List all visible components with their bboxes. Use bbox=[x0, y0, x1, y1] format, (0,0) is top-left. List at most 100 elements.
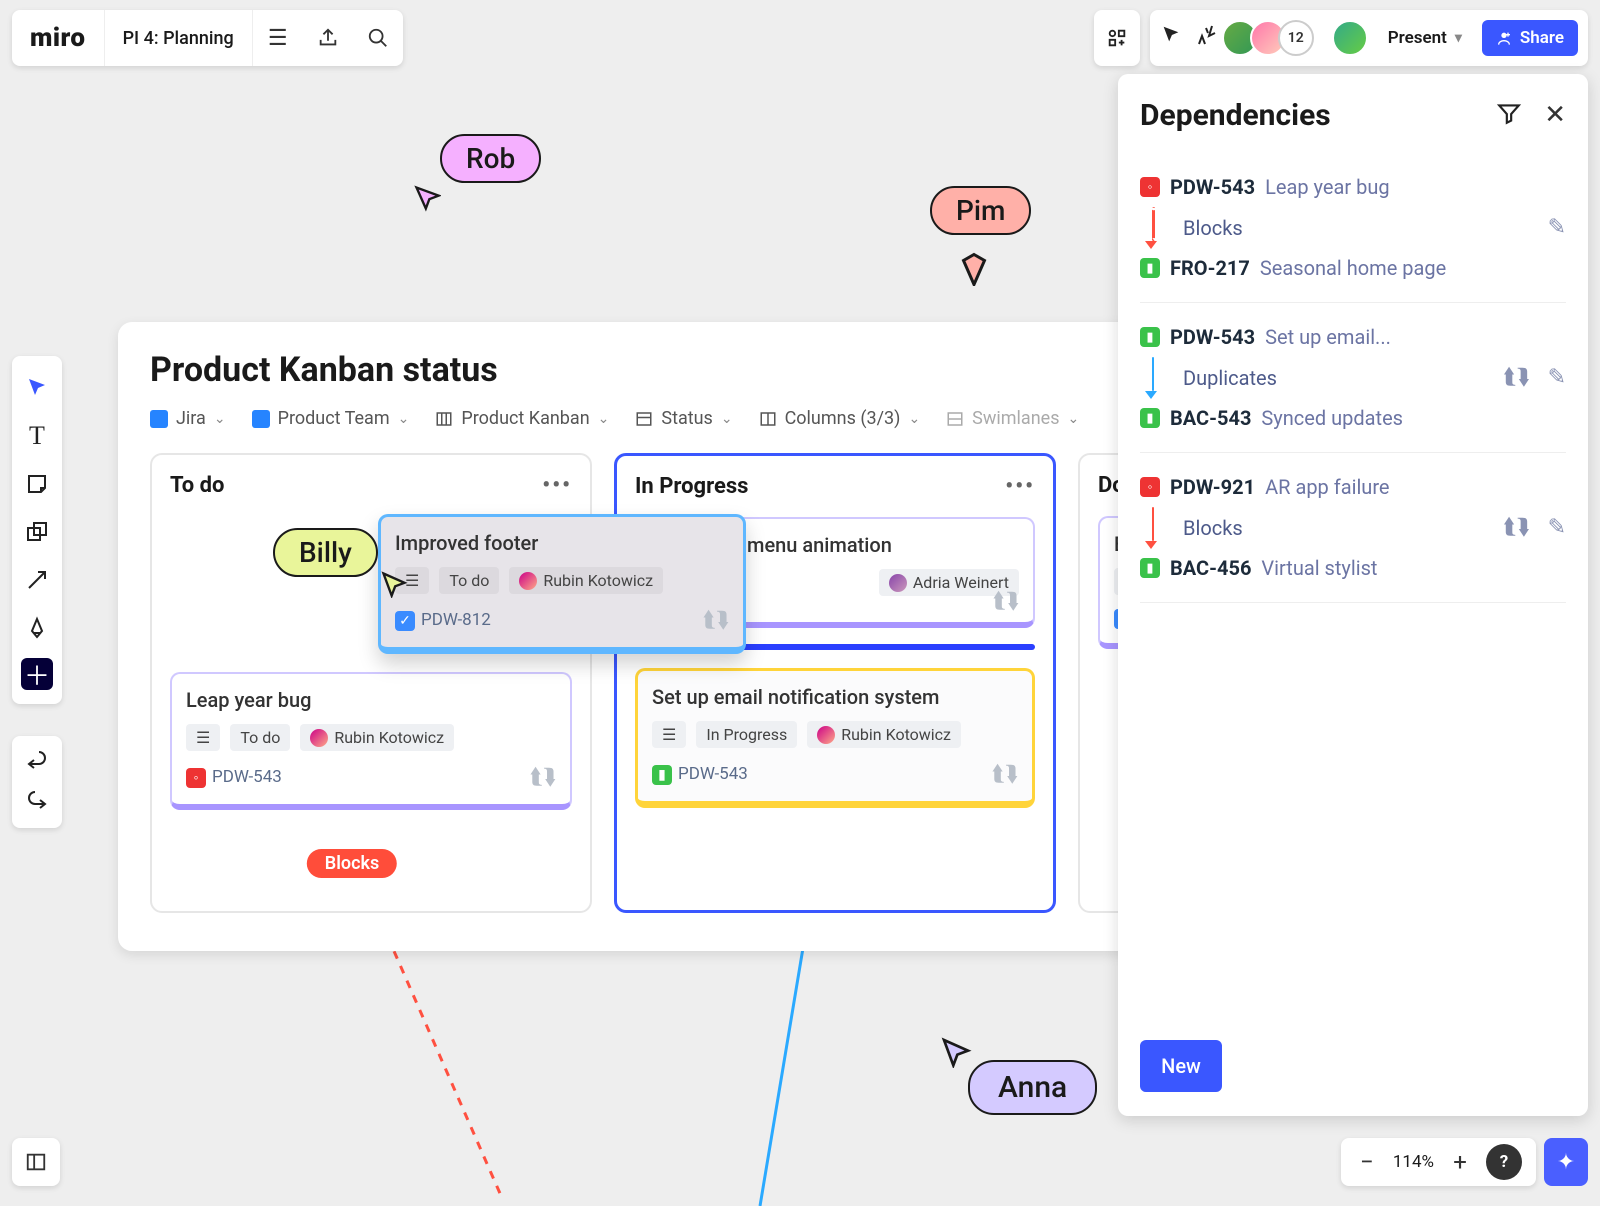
zoom-level[interactable]: 114% bbox=[1393, 1152, 1434, 1172]
export-icon[interactable] bbox=[303, 10, 353, 66]
board-name[interactable]: PI 4: Planning bbox=[105, 10, 253, 66]
top-right-cluster: 12 Present▾ Share bbox=[1094, 10, 1588, 66]
relation-label: Duplicates bbox=[1183, 366, 1277, 390]
issue-type-icon: ◦ bbox=[1140, 177, 1160, 197]
dependency-group[interactable]: ◦PDW-921AR app failure Blocks ⮬⮯✎ ▮BAC-4… bbox=[1140, 453, 1566, 603]
remote-cursor-anna: Anna bbox=[968, 1060, 1097, 1115]
column-menu-icon[interactable]: ••• bbox=[1005, 474, 1035, 499]
search-icon[interactable] bbox=[353, 10, 403, 66]
dependency-line-duplicates bbox=[750, 906, 870, 1206]
card-title: Set up email notification system bbox=[652, 685, 1018, 709]
filter-board[interactable]: Product Kanban⌄ bbox=[435, 408, 609, 429]
select-tool[interactable] bbox=[18, 364, 56, 412]
filter-team[interactable]: Product Team⌄ bbox=[252, 408, 410, 429]
jira-sync-icon[interactable]: ⮬⮯ bbox=[703, 608, 729, 633]
pointer-mode-icon[interactable] bbox=[1160, 24, 1182, 52]
top-bar: miro PI 4: Planning ☰ bbox=[12, 10, 403, 66]
add-tool[interactable]: ＋ bbox=[21, 658, 53, 690]
bottom-right-cluster: − 114% + ? ✦ bbox=[1341, 1138, 1588, 1186]
column-title: In Progress bbox=[635, 474, 748, 499]
filter-jira[interactable]: Jira⌄ bbox=[150, 408, 226, 429]
edit-icon[interactable]: ✎ bbox=[1548, 515, 1566, 540]
issue-type-icon: ▮ bbox=[1140, 258, 1160, 278]
close-icon[interactable]: ✕ bbox=[1544, 100, 1566, 132]
issue-type-icon: ▮ bbox=[1140, 408, 1160, 428]
jira-sync-icon[interactable]: ⮬⮯ bbox=[1503, 515, 1529, 540]
jira-sync-icon[interactable]: ⮬⮯ bbox=[1503, 365, 1529, 390]
remote-cursor-rob: Rob bbox=[440, 134, 541, 183]
panel-title: Dependencies bbox=[1140, 98, 1331, 133]
filter-status[interactable]: Status⌄ bbox=[635, 408, 732, 429]
relation-label: Blocks bbox=[1183, 516, 1243, 540]
reactions-icon[interactable] bbox=[1194, 24, 1218, 52]
description-icon: ☰ bbox=[652, 721, 686, 748]
undo-redo bbox=[12, 736, 62, 828]
issue-summary: Synced updates bbox=[1261, 406, 1403, 430]
apps-button[interactable] bbox=[1094, 10, 1140, 66]
avatar-stack[interactable]: 12 bbox=[1230, 20, 1314, 56]
edit-icon[interactable]: ✎ bbox=[1548, 215, 1566, 240]
collab-cluster: 12 Present▾ Share bbox=[1150, 10, 1588, 66]
card-title: Leap year bug bbox=[186, 688, 556, 712]
present-button[interactable]: Present▾ bbox=[1380, 28, 1470, 48]
undo-button[interactable] bbox=[18, 742, 56, 782]
arrow-tool[interactable] bbox=[18, 556, 56, 604]
filter-columns[interactable]: Columns (3/3)⌄ bbox=[759, 408, 921, 429]
assignee-chip: Rubin Kotowicz bbox=[300, 724, 454, 751]
zoom-in-button[interactable]: + bbox=[1448, 1148, 1472, 1176]
issue-key: BAC-543 bbox=[1170, 406, 1251, 430]
issue-type-icon: ◦ bbox=[1140, 477, 1160, 497]
assignee-chip: Rubin Kotowicz bbox=[509, 567, 663, 594]
share-button[interactable]: Share bbox=[1482, 20, 1578, 56]
cursor-pointer-icon bbox=[940, 1036, 972, 1068]
description-icon: ☰ bbox=[186, 724, 220, 751]
jira-sync-icon[interactable]: ⮬⮯ bbox=[993, 589, 1019, 614]
ai-assist-button[interactable]: ✦ bbox=[1544, 1138, 1588, 1186]
card-title: Improved footer bbox=[395, 531, 729, 555]
cursor-pointer-icon bbox=[380, 570, 408, 598]
jira-sync-icon[interactable]: ⮬⮯ bbox=[530, 765, 556, 790]
status-chip: To do bbox=[439, 567, 499, 594]
jira-sync-icon[interactable]: ⮬⮯ bbox=[992, 762, 1018, 787]
edit-icon[interactable]: ✎ bbox=[1548, 365, 1566, 390]
issue-key: PDW-543 bbox=[678, 764, 748, 784]
new-dependency-button[interactable]: New bbox=[1140, 1040, 1222, 1092]
dependency-group[interactable]: ▮PDW-543Set up email... Duplicates ⮬⮯✎ ▮… bbox=[1140, 303, 1566, 453]
zoom-out-button[interactable]: − bbox=[1355, 1148, 1379, 1176]
status-chip: In Progress bbox=[696, 721, 797, 748]
text-tool[interactable]: T bbox=[18, 412, 56, 460]
miro-logo[interactable]: miro bbox=[12, 10, 105, 66]
link-badge-blocks[interactable]: Blocks bbox=[307, 849, 397, 878]
minimap-toggle[interactable] bbox=[12, 1138, 60, 1186]
issue-summary: Set up email... bbox=[1265, 325, 1391, 349]
avatar-overflow-count: 12 bbox=[1278, 20, 1314, 56]
issue-key: PDW-543 bbox=[1170, 175, 1255, 199]
redo-button[interactable] bbox=[18, 782, 56, 822]
issue-summary: Seasonal home page bbox=[1260, 256, 1446, 280]
card-email-notification[interactable]: Set up email notification system ☰ In Pr… bbox=[635, 668, 1035, 808]
menu-icon[interactable]: ☰ bbox=[253, 10, 303, 66]
dragging-card[interactable]: Improved footer ☰ To do Rubin Kotowicz ✓… bbox=[378, 514, 746, 654]
remote-cursor-pim: Pim bbox=[930, 186, 1031, 235]
dependencies-panel: Dependencies ✕ ◦PDW-543Leap year bug Blo… bbox=[1118, 74, 1588, 1116]
kanban-title: Product Kanban status bbox=[150, 350, 1266, 390]
card-leap-year-bug[interactable]: Leap year bug ☰ To do Rubin Kotowicz ◦PD… bbox=[170, 672, 572, 810]
issue-type-story-icon: ▮ bbox=[652, 765, 672, 785]
issue-key: PDW-921 bbox=[1170, 475, 1255, 499]
filter-icon[interactable] bbox=[1496, 100, 1522, 132]
dependency-group[interactable]: ◦PDW-543Leap year bug Blocks ✎ ▮FRO-217S… bbox=[1140, 153, 1566, 303]
issue-key: PDW-812 bbox=[421, 610, 491, 630]
filter-swimlanes[interactable]: Swimlanes⌄ bbox=[946, 408, 1079, 429]
zoom-controls: − 114% + ? bbox=[1341, 1138, 1536, 1186]
toolbar: T ＋ bbox=[12, 356, 62, 704]
issue-type-icon: ▮ bbox=[1140, 558, 1160, 578]
cursor-pointer-icon bbox=[413, 184, 441, 212]
sticky-tool[interactable] bbox=[18, 460, 56, 508]
shape-tool[interactable] bbox=[18, 508, 56, 556]
pen-tool[interactable] bbox=[18, 604, 56, 652]
kanban-filters: Jira⌄ Product Team⌄ Product Kanban⌄ Stat… bbox=[150, 408, 1266, 429]
help-button[interactable]: ? bbox=[1486, 1144, 1522, 1180]
column-menu-icon[interactable]: ••• bbox=[542, 473, 572, 498]
column-title: To do bbox=[170, 473, 224, 498]
my-avatar[interactable] bbox=[1332, 20, 1368, 56]
